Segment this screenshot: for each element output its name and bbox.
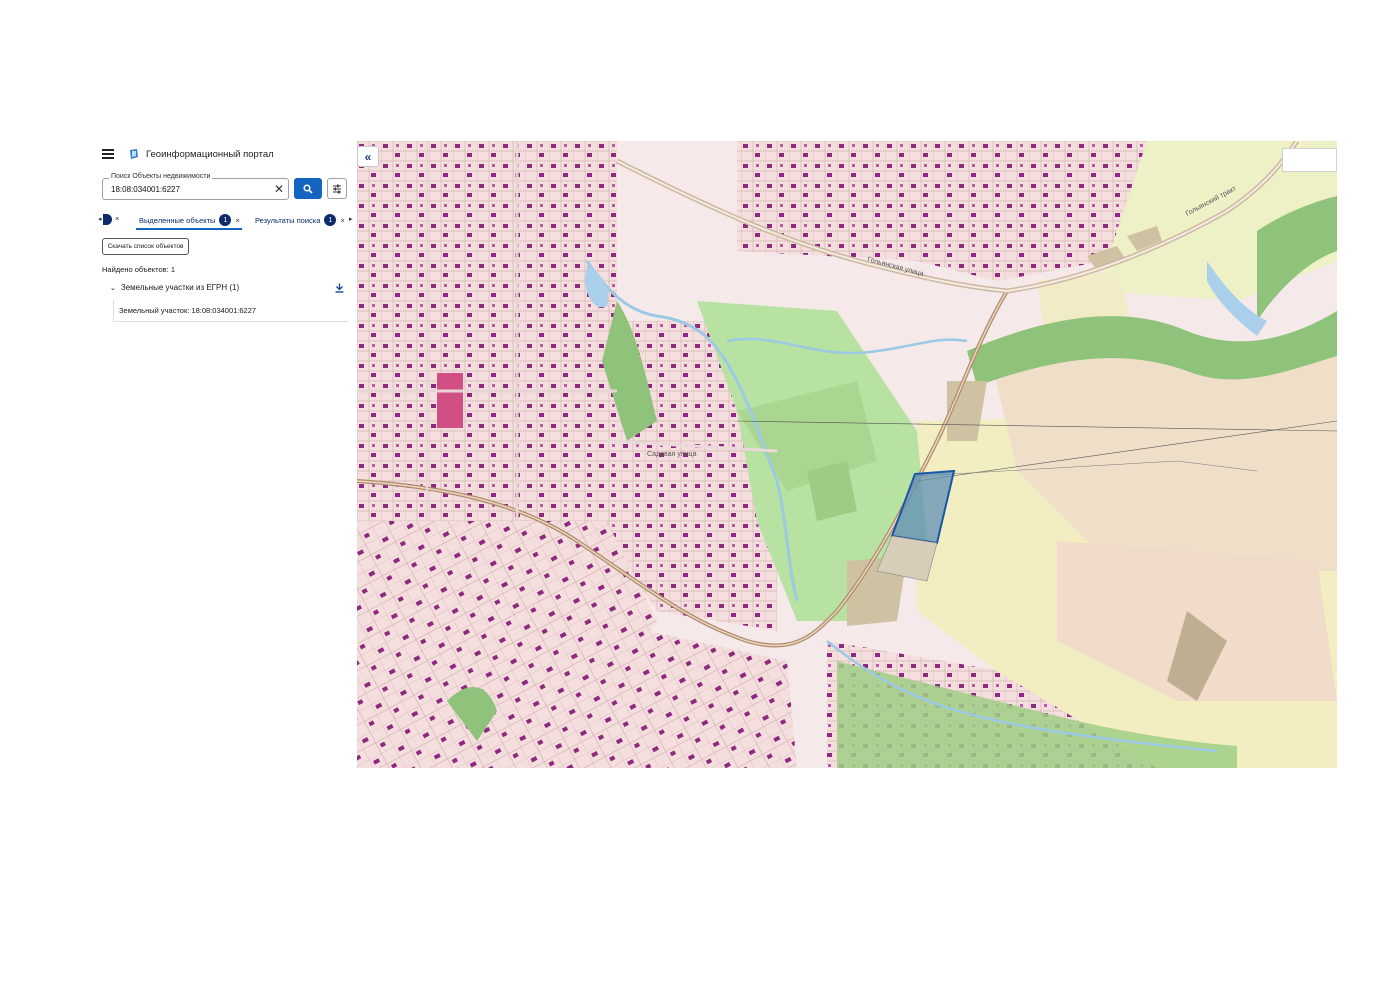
found-count: Найдено объектов: 1 — [102, 265, 176, 274]
map-road-label: Садовая улица — [647, 451, 697, 458]
filter-button[interactable] — [327, 178, 347, 199]
map-canvas[interactable]: Гольянская улица Гольянский тракт Садова… — [357, 141, 1337, 768]
tab-count-badge: 1 — [324, 214, 337, 226]
result-item[interactable]: Земельный участок: 18:08:034001:6227 — [113, 300, 348, 322]
menu-icon[interactable] — [102, 149, 114, 159]
close-hidden-tab-icon[interactable]: × — [115, 214, 119, 223]
search-value[interactable]: 18:08:034001:6227 — [111, 185, 180, 194]
globe-logo-icon — [130, 149, 138, 159]
clear-search-icon[interactable]: ✕ — [274, 182, 284, 196]
download-list-button[interactable]: Скачать список объектов — [102, 238, 189, 255]
close-tab-icon[interactable]: × — [340, 216, 344, 225]
tab-bar: ◂ × Выделенные объекты 1 × Результаты по… — [96, 211, 356, 231]
close-tab-icon[interactable]: × — [235, 216, 239, 225]
sliders-icon — [333, 184, 341, 193]
side-panel: Геоинформационный портал Поиск Объекты н… — [96, 140, 356, 340]
double-chevron-left-icon: « — [364, 149, 372, 164]
hidden-tab-badge — [103, 214, 112, 225]
app-title: Геоинформационный портал — [146, 148, 274, 160]
tab-search-results[interactable]: Результаты поиска 1 × — [255, 214, 345, 226]
map-svg[interactable]: Гольянская улица Гольянский тракт Садова… — [357, 141, 1337, 768]
collapse-panel-button[interactable]: « — [357, 146, 379, 167]
tabs-scroll-left-icon[interactable]: ◂ — [98, 215, 102, 223]
download-icon[interactable] — [335, 283, 344, 293]
tab-label: Результаты поиска — [255, 215, 321, 225]
search-label: Поиск Объекты недвижимости — [109, 173, 213, 180]
tab-selected-objects[interactable]: Выделенные объекты 1 × — [139, 214, 240, 226]
tab-count-badge: 1 — [219, 214, 232, 226]
search-icon — [303, 183, 313, 194]
result-group-header[interactable]: ⌄ Земельные участки из ЕГРН (1) — [110, 283, 344, 293]
map-control-box[interactable] — [1282, 148, 1337, 172]
chevron-down-icon[interactable]: ⌄ — [110, 284, 116, 292]
tabs-scroll-right-icon[interactable]: ▸ — [349, 215, 353, 223]
tab-label: Выделенные объекты — [139, 215, 216, 225]
search-input[interactable]: Поиск Объекты недвижимости 18:08:034001:… — [102, 173, 289, 200]
app-header: Геоинформационный портал — [102, 148, 274, 160]
active-tab-indicator — [136, 228, 242, 230]
result-group-label: Земельные участки из ЕГРН (1) — [120, 283, 240, 292]
search-button[interactable] — [294, 178, 322, 199]
